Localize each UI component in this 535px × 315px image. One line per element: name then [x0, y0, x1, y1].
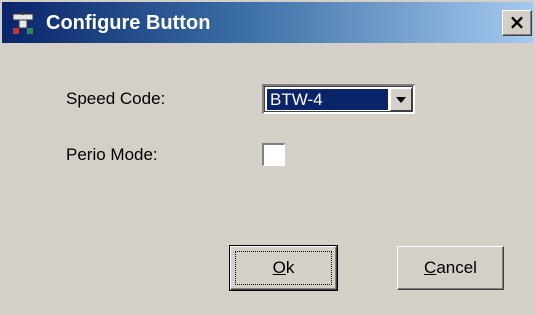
close-icon: ×	[508, 10, 526, 34]
title-bar[interactable]: Configure Button ×	[2, 2, 533, 43]
speed-code-select[interactable]: BTW-4	[262, 84, 415, 114]
cancel-mnemonic: C	[424, 258, 437, 277]
cancel-button[interactable]: Cancel	[397, 246, 504, 290]
focus-rect	[235, 251, 332, 285]
ok-button[interactable]: Ok	[229, 245, 338, 291]
configure-button-dialog: Configure Button × Speed Code: BTW-4 Per…	[0, 0, 535, 315]
close-button[interactable]: ×	[502, 10, 532, 36]
cancel-label-rest: ancel	[436, 258, 477, 277]
dropdown-button[interactable]	[390, 88, 412, 111]
perio-mode-checkbox[interactable]	[262, 143, 285, 166]
speed-code-label: Speed Code:	[66, 89, 166, 108]
dental-chair-icon	[12, 11, 34, 34]
chevron-down-icon	[396, 97, 406, 103]
speed-code-selected-value: BTW-4	[267, 89, 388, 110]
window-title: Configure Button	[46, 12, 211, 34]
perio-mode-label: Perio Mode:	[66, 145, 158, 164]
